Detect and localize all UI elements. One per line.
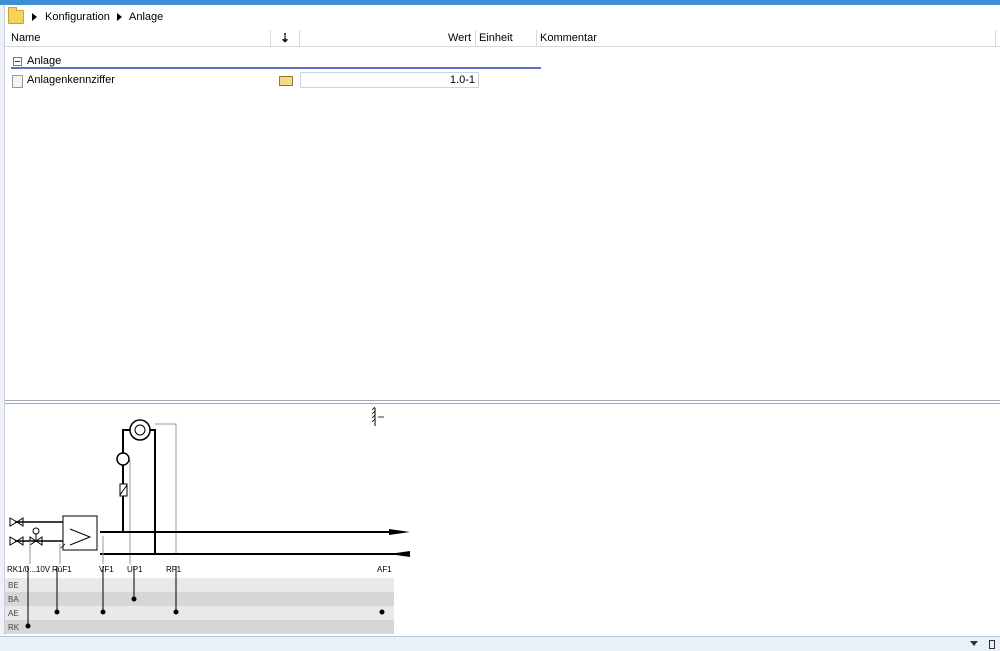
plant-schematic: RK1/0...10V RüF1 VF1 UP1 RF1 AF1 BE BA A…: [5, 406, 410, 634]
document-icon: [12, 75, 23, 88]
breadcrumb-item-anlage[interactable]: Anlage: [129, 11, 163, 23]
io-point: [131, 596, 137, 602]
io-point: [25, 623, 31, 629]
group-underline: [11, 67, 541, 69]
group-row-anlage[interactable]: Anlage: [10, 54, 540, 68]
group-label: Anlage: [27, 55, 62, 67]
pump-icon: [116, 452, 130, 466]
column-header-kommentar[interactable]: Kommentar: [540, 32, 597, 44]
column-divider[interactable]: [475, 30, 476, 46]
breadcrumb-item-konfiguration[interactable]: Konfiguration: [45, 11, 110, 23]
folder-icon[interactable]: [8, 7, 24, 24]
io-label-ba: BA: [8, 595, 19, 604]
label-ruef1: RüF1: [52, 565, 72, 574]
row-name: Anlagenkennziffer: [27, 74, 115, 86]
io-label-be: BE: [8, 581, 19, 590]
column-divider[interactable]: [536, 30, 537, 46]
table-header: Name ⇣ Wert Einheit Kommentar: [5, 30, 1000, 47]
io-label-ae: AE: [8, 609, 19, 618]
primary-valves: [9, 517, 63, 564]
label-rk1: RK1/0...10V: [7, 565, 51, 574]
heat-exchanger-icon: [60, 515, 98, 551]
heating-circuit-lines: [100, 423, 410, 564]
collapse-icon[interactable]: [13, 57, 22, 66]
io-row-be: [5, 578, 394, 592]
status-bar: [0, 636, 1000, 651]
valve-icon: [119, 483, 128, 497]
column-divider[interactable]: [299, 30, 300, 46]
label-up1: UP1: [127, 565, 143, 574]
sort-icon[interactable]: ⇣: [280, 31, 290, 45]
breadcrumb-separator-icon[interactable]: [32, 13, 37, 21]
window-title-bar: [0, 0, 1000, 5]
plant-diagram-panel: RK1/0...10V RüF1 VF1 UP1 RF1 AF1 BE BA A…: [5, 403, 1000, 636]
label-rf1: RF1: [166, 565, 182, 574]
io-point: [54, 609, 60, 615]
dropdown-arrow-icon[interactable]: [970, 641, 978, 646]
outdoor-sensor-icon: [371, 406, 384, 426]
io-point: [379, 609, 385, 615]
column-divider[interactable]: [270, 30, 271, 46]
edit-icon[interactable]: [279, 76, 293, 86]
io-label-rk: RK: [8, 623, 20, 632]
io-row-ae: [5, 606, 394, 620]
pin-icon[interactable]: [989, 640, 995, 649]
value-input[interactable]: 1.0-1: [300, 72, 479, 88]
column-header-name[interactable]: Name: [11, 32, 40, 44]
io-point: [100, 609, 106, 615]
boiler-icon: [129, 419, 151, 441]
parameter-table: Name ⇣ Wert Einheit Kommentar Anlage Anl…: [5, 30, 1000, 401]
io-table: BE BA AE RK: [5, 566, 394, 634]
io-row-rk: [5, 620, 394, 634]
io-point: [173, 609, 179, 615]
column-divider[interactable]: [995, 30, 996, 46]
breadcrumb: Konfiguration Anlage: [5, 6, 1000, 31]
label-vf1: VF1: [99, 565, 114, 574]
column-header-wert[interactable]: Wert: [448, 32, 471, 44]
label-af1: AF1: [377, 565, 392, 574]
io-row-ba: [5, 592, 394, 606]
column-header-einheit[interactable]: Einheit: [479, 32, 513, 44]
breadcrumb-separator-icon[interactable]: [117, 13, 122, 21]
